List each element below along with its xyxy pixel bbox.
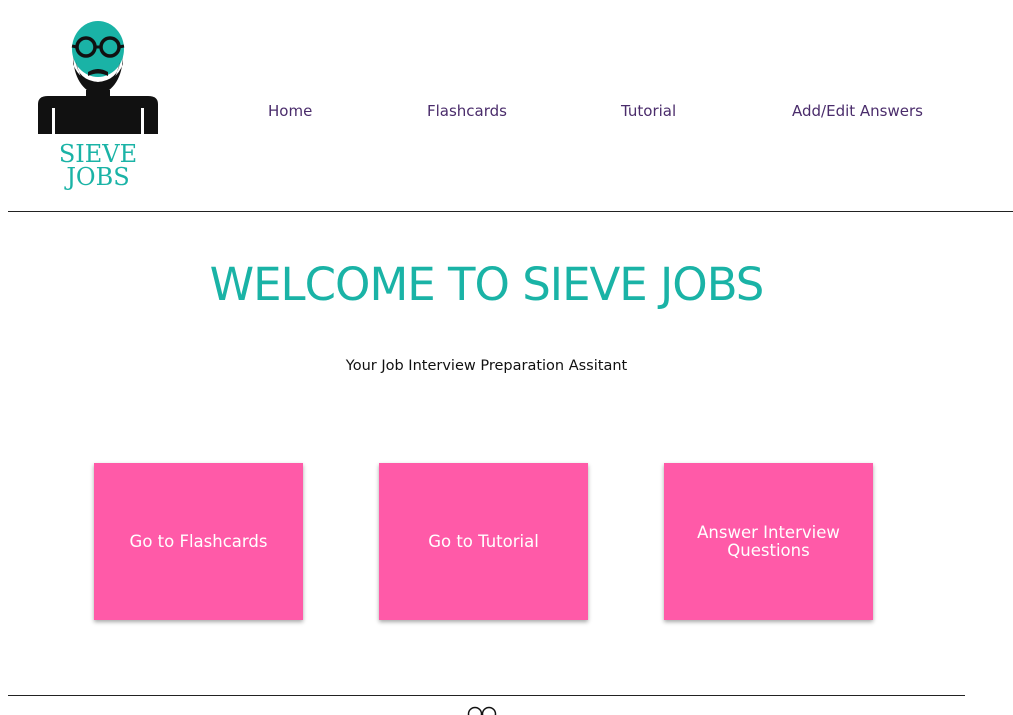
- nav-flashcards[interactable]: Flashcards: [427, 102, 507, 120]
- go-to-flashcards-button[interactable]: Go to Flashcards: [94, 463, 303, 620]
- glasses-icon: [467, 706, 497, 715]
- nav-tutorial[interactable]: Tutorial: [621, 102, 676, 120]
- footer-divider: [8, 695, 965, 696]
- logo[interactable]: SIEVE JOBS: [30, 10, 170, 195]
- page-subtitle: Your Job Interview Preparation Assitant: [345, 358, 628, 374]
- card-label: Answer Interview Questions: [697, 522, 840, 560]
- header-divider: [8, 211, 1013, 212]
- page-title: WELCOME TO SIEVE JOBS: [209, 258, 765, 311]
- answer-interview-questions-button[interactable]: Answer Interview Questions: [664, 463, 873, 620]
- bald-bearded-man-with-glasses-icon: [38, 21, 158, 134]
- page: SIEVE JOBS Home Flashcards Tutorial Add/…: [0, 0, 1013, 715]
- card-label: Go to Flashcards: [129, 531, 268, 551]
- card-label: Go to Tutorial: [428, 531, 539, 551]
- nav-add-edit-answers[interactable]: Add/Edit Answers: [792, 102, 923, 120]
- nav-home[interactable]: Home: [268, 102, 312, 120]
- brand-name-line2: JOBS: [66, 163, 130, 191]
- go-to-tutorial-button[interactable]: Go to Tutorial: [379, 463, 588, 620]
